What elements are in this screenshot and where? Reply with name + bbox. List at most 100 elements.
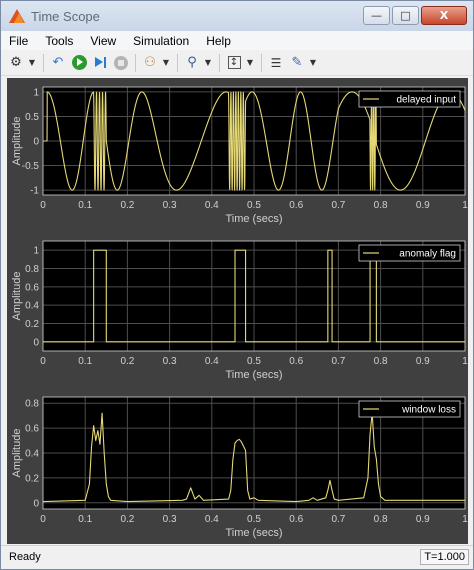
x-tick-label: 0.9: [416, 356, 430, 367]
x-tick-label: 0.8: [374, 200, 388, 211]
x-axis-label: Time (secs): [225, 527, 282, 539]
x-tick-label: 0.7: [331, 200, 345, 211]
x-axis-label: Time (secs): [225, 369, 282, 381]
y-tick-label: 0.5: [25, 112, 39, 123]
y-axis-label: Amplitude: [11, 272, 23, 321]
x-tick-label: 0.6: [289, 200, 303, 211]
scale-axes-icon[interactable]: ↕: [225, 54, 243, 72]
legend-entry: delayed input: [397, 95, 457, 106]
toolbar-separator: [43, 53, 44, 72]
x-tick-label: 0.3: [163, 200, 177, 211]
plot-1: 0 0.1 0.2 0.3 0.4 0.5 0.6 0.7 0.8 0.9 1 -1 -0.5 0 0.5 1…: [11, 86, 468, 225]
toolbar-separator: [135, 53, 136, 72]
menu-simulation[interactable]: Simulation: [127, 34, 198, 48]
x-tick-label: 0.9: [416, 200, 430, 211]
x-tick-label: 0.4: [205, 356, 219, 367]
close-button[interactable]: X: [421, 6, 467, 25]
back-icon[interactable]: ↶: [49, 54, 67, 72]
gear-icon[interactable]: ⚙: [7, 54, 25, 72]
window-title: Time Scope: [31, 8, 100, 24]
toolbar: ⚙ ▼ ↶ ⚇ ▼ ⚲ ▼ ↕ ▼ ☰ ✎ ▼: [1, 50, 473, 76]
triggers-icon[interactable]: ✎: [288, 54, 306, 72]
x-axis-label: Time (secs): [225, 213, 282, 225]
x-tick-label: 0.5: [247, 514, 261, 525]
y-tick-label: 0.8: [25, 399, 39, 410]
chevron-down-icon[interactable]: ▼: [162, 54, 170, 72]
x-tick-label: 0.4: [205, 200, 219, 211]
highlight-blocks-icon[interactable]: ⚇: [141, 54, 159, 72]
run-icon[interactable]: [70, 54, 88, 72]
chevron-down-icon[interactable]: ▼: [246, 54, 254, 72]
menu-help[interactable]: Help: [200, 34, 240, 48]
y-tick-label: 0.4: [25, 301, 39, 312]
y-tick-label: 1: [33, 246, 39, 257]
title-bar[interactable]: Time Scope — □ X: [1, 1, 473, 31]
x-tick-label: 0: [40, 200, 46, 211]
x-tick-label: 0.6: [289, 514, 303, 525]
status-text: Ready: [9, 551, 41, 563]
x-tick-label: 0.3: [163, 514, 177, 525]
menu-bar: File Tools View Simulation Help: [1, 31, 473, 50]
x-tick-label: 0.7: [331, 356, 345, 367]
x-tick-label: 0.1: [78, 200, 92, 211]
y-tick-label: 0.8: [25, 264, 39, 275]
x-tick-label: 0.2: [120, 356, 134, 367]
x-tick-label: 0.6: [289, 356, 303, 367]
stop-icon[interactable]: [112, 54, 130, 72]
y-tick-label: 0: [33, 337, 39, 348]
x-tick-label: 0.8: [374, 356, 388, 367]
legend-icon[interactable]: ☰: [267, 54, 285, 72]
legend-entry: window loss: [401, 405, 456, 416]
y-tick-label: -1: [30, 186, 39, 197]
y-tick-label: 0.2: [25, 319, 39, 330]
x-tick-label: 0.2: [120, 514, 134, 525]
y-tick-label: 0.2: [25, 473, 39, 484]
x-tick-label: 0: [40, 514, 46, 525]
step-forward-icon[interactable]: [91, 54, 109, 72]
x-tick-label: 1: [462, 200, 468, 211]
minimize-button[interactable]: —: [363, 6, 390, 25]
toolbar-separator: [261, 53, 262, 72]
x-tick-label: 0.2: [120, 200, 134, 211]
x-tick-label: 0.7: [331, 514, 345, 525]
y-tick-label: 0.6: [25, 282, 39, 293]
menu-file[interactable]: File: [3, 34, 37, 48]
zoom-icon[interactable]: ⚲: [183, 54, 201, 72]
toolbar-separator: [177, 53, 178, 72]
menu-view[interactable]: View: [84, 34, 125, 48]
y-tick-label: -0.5: [22, 161, 40, 172]
x-tick-label: 0.8: [374, 514, 388, 525]
x-tick-label: 0.5: [247, 356, 261, 367]
toolbar-separator: [219, 53, 220, 72]
plot-2: 0 0.1 0.2 0.3 0.4 0.5 0.6 0.7 0.8 0.9 1 0 0.2 0.4 0.6 0…: [11, 240, 468, 381]
y-axis-label: Amplitude: [11, 117, 23, 166]
y-tick-label: 1: [33, 87, 39, 98]
legend-entry: anomaly flag: [399, 249, 456, 260]
matlab-app-icon: [9, 8, 25, 24]
y-axis-label: Amplitude: [11, 429, 23, 478]
y-tick-label: 0: [33, 137, 39, 148]
chevron-down-icon[interactable]: ▼: [28, 54, 36, 72]
x-tick-label: 0.5: [247, 200, 261, 211]
x-tick-label: 0.3: [163, 356, 177, 367]
chevron-down-icon[interactable]: ▼: [204, 54, 212, 72]
scope-plots: 0 0.1 0.2 0.3 0.4 0.5 0.6 0.7 0.8 0.9 1 -1 -0.5 0 0.5 1…: [11, 86, 468, 539]
x-tick-label: 0.9: [416, 514, 430, 525]
simulation-time: T=1.000: [420, 549, 469, 565]
chevron-down-icon[interactable]: ▼: [309, 54, 317, 72]
x-tick-label: 0.4: [205, 514, 219, 525]
x-tick-label: 0.1: [78, 356, 92, 367]
plot-3: 0 0.1 0.2 0.3 0.4 0.5 0.6 0.7 0.8 0.9 1 0 0.2 0.4 0.6 0…: [11, 396, 468, 539]
scope-display: 0 0.1 0.2 0.3 0.4 0.5 0.6 0.7 0.8 0.9 1 -1 -0.5 0 0.5 1…: [7, 78, 468, 544]
time-scope-window: Time Scope — □ X File Tools View Simulat…: [0, 0, 474, 570]
status-bar: Ready T=1.000: [1, 545, 473, 569]
y-tick-label: 0: [33, 498, 39, 509]
x-tick-label: 1: [462, 514, 468, 525]
y-tick-label: 0.4: [25, 449, 39, 460]
x-tick-label: 0.1: [78, 514, 92, 525]
maximize-button[interactable]: □: [392, 6, 419, 25]
menu-tools[interactable]: Tools: [39, 34, 82, 48]
x-tick-label: 1: [462, 356, 468, 367]
y-tick-label: 0.6: [25, 424, 39, 435]
x-tick-label: 0: [40, 356, 46, 367]
